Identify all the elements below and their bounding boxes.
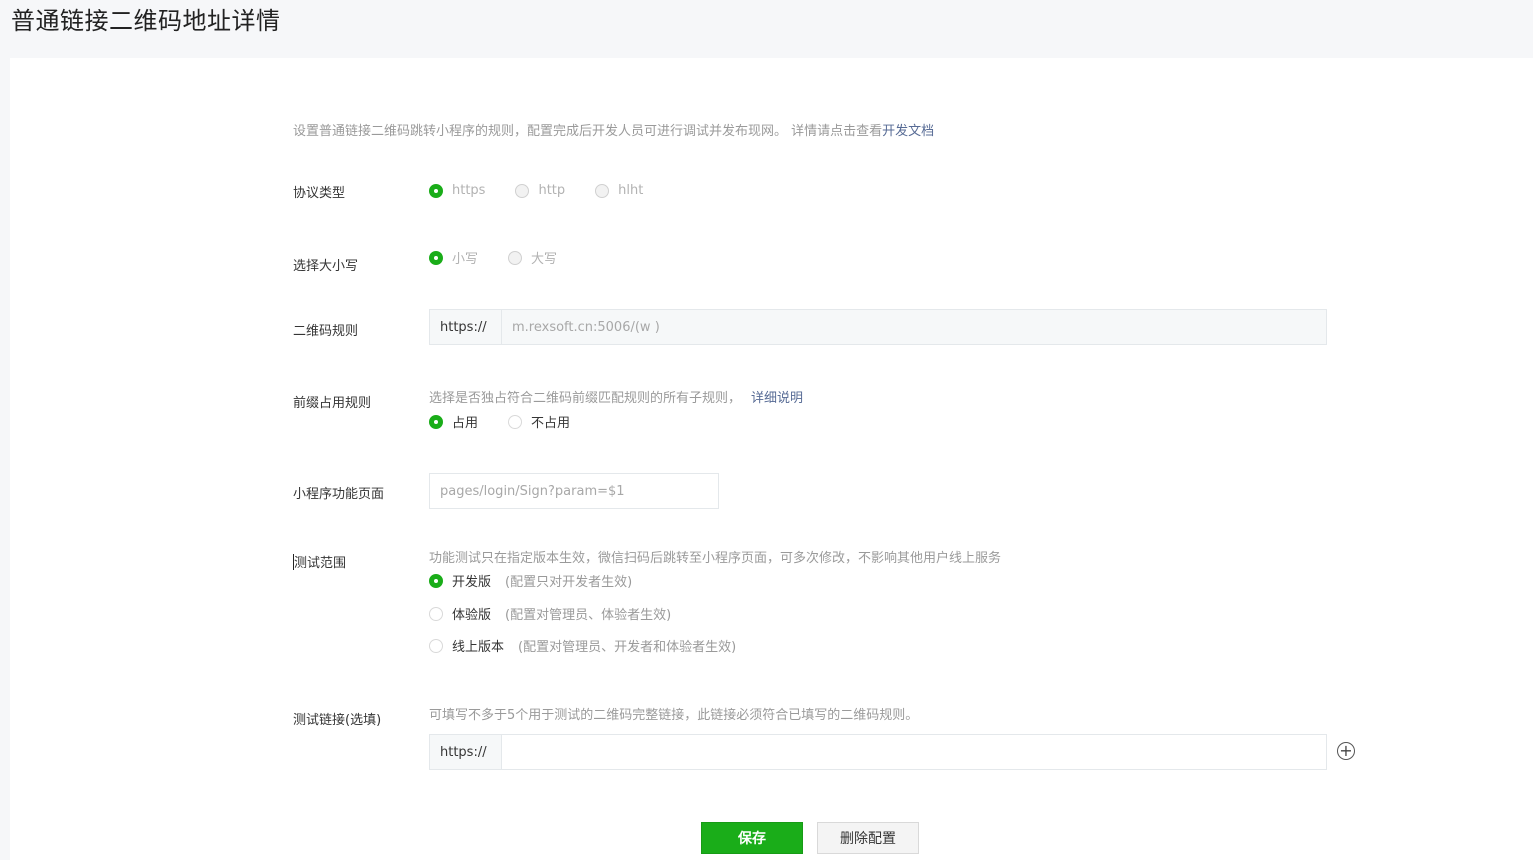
radio-label: https bbox=[452, 183, 486, 198]
radio-note: (配置对管理员、开发者和体验者生效) bbox=[518, 640, 737, 655]
case-label: 选择大小写 bbox=[293, 259, 359, 274]
test-link-prefix: https:// bbox=[430, 735, 502, 769]
prefix-rule-description: 选择是否独占符合二维码前缀匹配规则的所有子规则， bbox=[429, 391, 742, 406]
test-scope-trial-radio-row: 体验版 (配置对管理员、体验者生效) bbox=[429, 604, 701, 623]
radio-indicator bbox=[508, 414, 523, 429]
test-scope-label-text: 测试范围 bbox=[294, 556, 347, 571]
case-upper-radio[interactable]: 大写 bbox=[508, 248, 557, 267]
radio-indicator bbox=[429, 414, 443, 429]
radio-indicator bbox=[515, 183, 530, 198]
qr-rule-input-group: https:// m.rexsoft.cn:5006/(w ) bbox=[429, 309, 1327, 345]
qr-rule-prefix: https:// bbox=[430, 310, 502, 344]
radio-label: 体验版 bbox=[452, 608, 492, 623]
save-button[interactable]: 保存 bbox=[701, 822, 803, 854]
test-scope-desc: 功能测试只在指定版本生效，微信扫码后跳转至小程序页面，可多次修改，不影响其他用户… bbox=[429, 551, 1002, 566]
add-link-button[interactable]: + bbox=[1337, 742, 1355, 760]
mini-page-label: 小程序功能页面 bbox=[293, 487, 385, 502]
test-scope-online-radio[interactable]: 线上版本 (配置对管理员、开发者和体验者生效) bbox=[429, 636, 736, 655]
qr-rule-label: 二维码规则 bbox=[293, 324, 359, 339]
protocol-label: 协议类型 bbox=[293, 186, 346, 201]
radio-label: 小写 bbox=[452, 252, 479, 267]
test-scope-dev-radio-row: 开发版 (配置只对开发者生效) bbox=[429, 571, 662, 590]
mini-page-input[interactable]: pages/login/Sign?param=$1 bbox=[429, 473, 719, 509]
radio-note: (配置对管理员、体验者生效) bbox=[505, 608, 672, 623]
test-scope-online-radio-row: 线上版本 (配置对管理员、开发者和体验者生效) bbox=[429, 636, 766, 655]
detail-explain-link[interactable]: 详细说明 bbox=[751, 391, 803, 406]
test-scope-dev-radio[interactable]: 开发版 (配置只对开发者生效) bbox=[429, 571, 632, 590]
radio-indicator bbox=[595, 183, 610, 198]
config-panel: 设置普通链接二维码跳转小程序的规则，配置完成后开发人员可进行调试并发布现网。 详… bbox=[10, 58, 1533, 860]
radio-indicator bbox=[429, 638, 443, 653]
prefix-not-occupy-radio[interactable]: 不占用 bbox=[508, 412, 570, 431]
radio-label: 开发版 bbox=[452, 575, 492, 590]
test-scope-trial-radio[interactable]: 体验版 (配置对管理员、体验者生效) bbox=[429, 604, 671, 623]
radio-note: (配置只对开发者生效) bbox=[505, 575, 633, 590]
test-link-label: 测试链接(选填) bbox=[293, 713, 382, 728]
plus-circle-icon: + bbox=[1339, 741, 1353, 760]
prefix-occupy-radio[interactable]: 占用 bbox=[429, 412, 478, 431]
radio-label: 线上版本 bbox=[452, 640, 505, 655]
radio-label: 大写 bbox=[531, 252, 558, 267]
page-title: 普通链接二维码地址详情 bbox=[11, 7, 281, 35]
protocol-radio-group: https http hlht bbox=[429, 183, 673, 198]
radio-label: hlht bbox=[618, 183, 644, 198]
prefix-rule-desc: 选择是否独占符合二维码前缀匹配规则的所有子规则， 详细说明 bbox=[429, 387, 803, 406]
test-scope-label: 测试范围 bbox=[293, 552, 346, 571]
radio-label: http bbox=[538, 183, 566, 198]
protocol-hlht-radio[interactable]: hlht bbox=[595, 183, 643, 198]
prefix-rule-label: 前缀占用规则 bbox=[293, 396, 372, 411]
qr-rule-input[interactable]: m.rexsoft.cn:5006/(w ) bbox=[502, 310, 1326, 344]
radio-indicator bbox=[429, 573, 443, 588]
radio-indicator bbox=[508, 250, 523, 265]
protocol-https-radio[interactable]: https bbox=[429, 183, 485, 198]
radio-label: 不占用 bbox=[531, 416, 571, 431]
test-link-desc: 可填写不多于5个用于测试的二维码完整链接，此链接必须符合已填写的二维码规则。 bbox=[429, 708, 919, 723]
test-link-input[interactable] bbox=[502, 735, 1326, 769]
radio-label: 占用 bbox=[452, 416, 479, 431]
test-link-input-group: https:// bbox=[429, 734, 1327, 770]
radio-indicator bbox=[429, 250, 443, 265]
case-lower-radio[interactable]: 小写 bbox=[429, 248, 478, 267]
delete-config-button[interactable]: 删除配置 bbox=[817, 822, 919, 854]
dev-docs-link[interactable]: 开发文档 bbox=[882, 124, 934, 139]
intro-text: 设置普通链接二维码跳转小程序的规则，配置完成后开发人员可进行调试并发布现网。 详… bbox=[293, 120, 934, 139]
protocol-http-radio[interactable]: http bbox=[515, 183, 565, 198]
intro-description: 设置普通链接二维码跳转小程序的规则，配置完成后开发人员可进行调试并发布现网。 详… bbox=[293, 124, 883, 139]
prefix-rule-radio-group: 占用 不占用 bbox=[429, 412, 600, 431]
case-radio-group: 小写 大写 bbox=[429, 248, 587, 267]
radio-indicator bbox=[429, 606, 443, 621]
radio-indicator bbox=[429, 183, 443, 198]
